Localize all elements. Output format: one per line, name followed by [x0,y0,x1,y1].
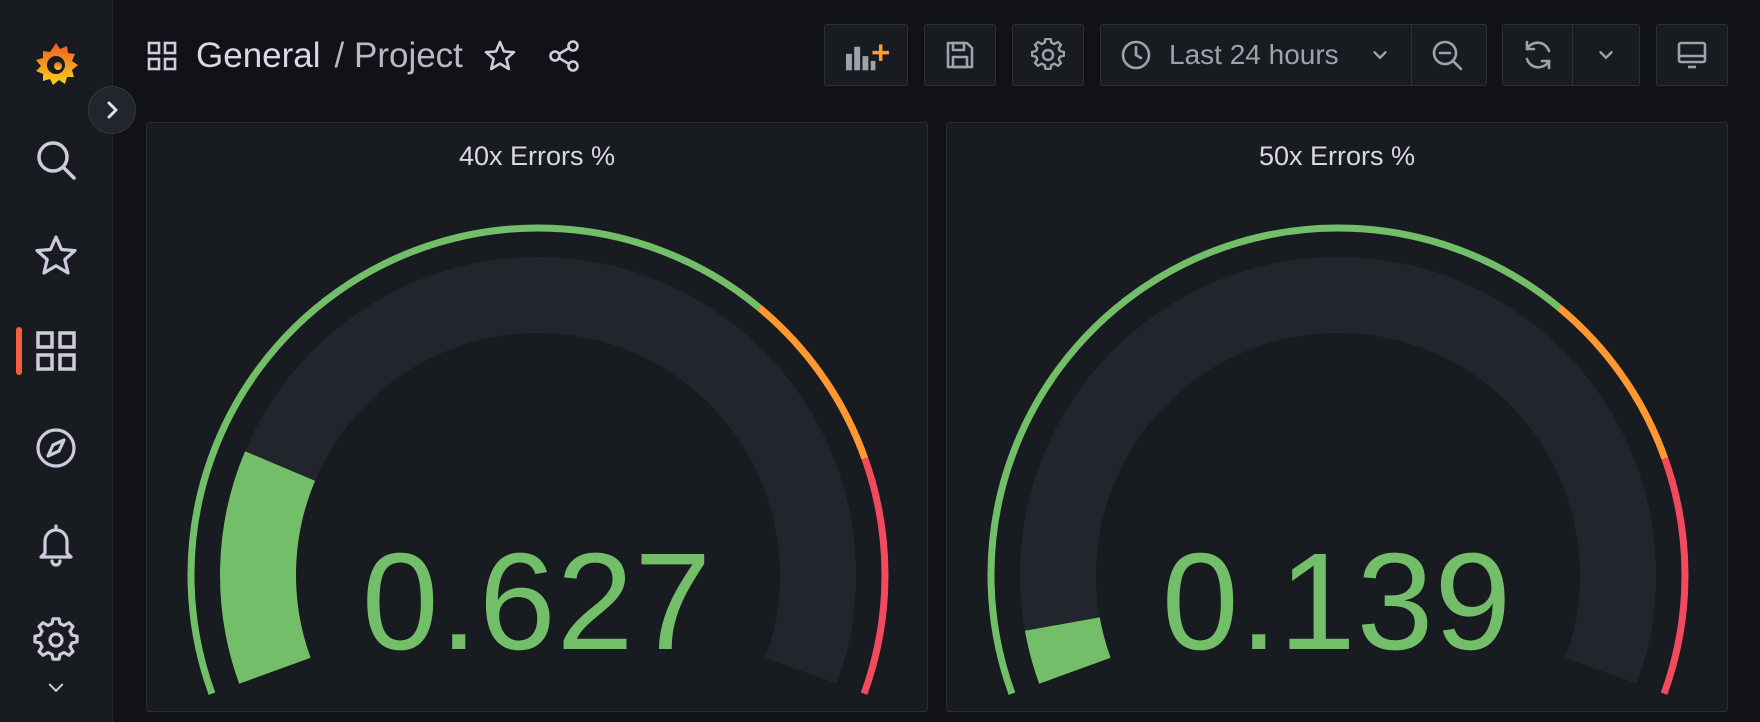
refresh-icon [1525,40,1551,70]
gear-icon [33,617,79,661]
sidebar-item-search[interactable] [26,130,86,190]
gauge-panel-50x[interactable]: 50x Errors % 0.139 [946,122,1728,712]
expand-sidebar-button[interactable] [88,86,136,134]
chevron-down-icon [48,683,64,693]
refresh-button[interactable] [1503,25,1572,85]
share-icon[interactable] [547,39,581,73]
chevron-right-icon [107,101,118,119]
breadcrumb-dashboard[interactable]: / Project [335,36,463,76]
active-indicator [16,327,22,375]
save-icon [946,41,974,69]
chevron-down-icon [1599,51,1613,60]
dashboard-grid-icon [147,41,177,71]
add-panel-button[interactable] [824,24,908,86]
clock-icon [1121,40,1151,70]
gauge-value: 0.139 [1161,525,1513,679]
zoom-out-icon [1432,40,1462,71]
sidebar-item-alerting[interactable] [26,514,86,574]
compass-icon [36,428,76,468]
star-icon[interactable] [483,39,517,73]
tv-mode-button[interactable] [1656,24,1728,86]
zoom-out-button[interactable] [1412,25,1482,85]
time-picker[interactable]: Last 24 hours [1100,24,1487,86]
dashboard-settings-button[interactable] [1012,24,1084,86]
gauge-panel-40x[interactable]: 40x Errors % 0.627 [146,122,928,712]
gear-icon [1031,38,1065,71]
save-dashboard-button[interactable] [924,24,996,86]
add-panel-icon [846,44,889,71]
dashboards-icon [36,331,76,371]
sidebar-item-starred[interactable] [26,226,86,286]
sidebar-item-explore[interactable] [26,418,86,478]
gauge-value: 0.627 [361,525,713,679]
sidebar-item-configuration[interactable] [26,610,86,670]
search-icon [37,141,76,180]
monitor-icon [1677,41,1707,69]
breadcrumb-folder[interactable]: General [196,36,321,76]
refresh-interval-dropdown[interactable] [1573,25,1639,85]
breadcrumb: General / Project [146,30,581,82]
grafana-logo-icon[interactable] [31,40,81,90]
sidebar-more[interactable] [26,668,86,708]
star-icon [35,235,77,275]
chevron-down-icon [1372,51,1387,60]
refresh-picker[interactable] [1502,24,1640,86]
sidebar-item-dashboards[interactable] [26,321,86,381]
bell-icon [39,524,73,567]
time-range-label: Last 24 hours [1169,39,1339,70]
